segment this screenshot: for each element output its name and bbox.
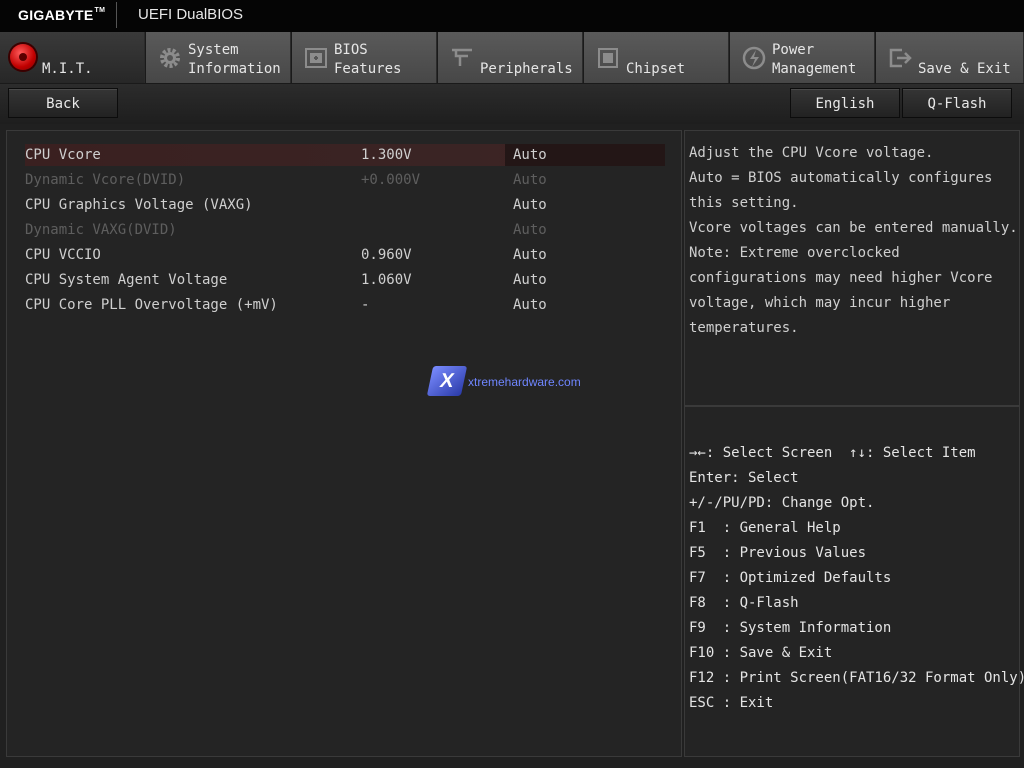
setting-option: Auto (513, 172, 547, 188)
key-help-line: F7 : Optimized Defaults (689, 570, 892, 586)
setting-value: - (361, 297, 370, 313)
tab-label-line2: Features (334, 61, 402, 77)
help-line: voltage, which may incur higher (689, 295, 951, 311)
watermark: X xtremehardware.com (426, 366, 590, 400)
product-title: UEFI DualBIOS (138, 6, 244, 23)
tab-label: Save & Exit (918, 61, 1011, 77)
brand-logo: GIGABYTETM (18, 7, 106, 23)
key-help-line: ESC : Exit (689, 695, 774, 711)
tab-peripherals[interactable]: Peripherals (438, 32, 583, 83)
setting-row-cpu-graphics-voltage[interactable]: CPU Graphics Voltage (VAXG) Auto (25, 194, 665, 216)
watermark-text: xtremehardware.com (468, 375, 581, 389)
setting-option[interactable]: Auto (513, 244, 547, 266)
tab-label-line2: Management (772, 61, 857, 77)
exit-icon (889, 48, 912, 68)
mit-icon (10, 44, 36, 70)
power-icon (742, 46, 766, 70)
main-tabs: M.I.T. System Information BIOS Features … (0, 32, 1024, 84)
setting-option[interactable]: Auto (505, 144, 665, 166)
setting-name: CPU Core PLL Overvoltage (+mV) (25, 297, 278, 313)
tab-chipset[interactable]: Chipset (584, 32, 729, 83)
setting-value: 0.960V (361, 247, 412, 263)
tab-label-line2: Information (188, 61, 281, 77)
tab-label: M.I.T. (42, 61, 93, 77)
setting-value: 1.300V (361, 147, 412, 163)
tab-save-exit[interactable]: Save & Exit (876, 32, 1024, 83)
help-line: configurations may need higher Vcore (689, 270, 993, 286)
key-help-line: F8 : Q-Flash (689, 595, 799, 611)
setting-row-cpu-vccio[interactable]: CPU VCCIO 0.960V Auto (25, 244, 665, 266)
key-help-line: F5 : Previous Values (689, 545, 867, 561)
help-line: Adjust the CPU Vcore voltage. (689, 145, 934, 161)
qflash-button[interactable]: Q-Flash (902, 88, 1012, 118)
setting-name: CPU Graphics Voltage (VAXG) (25, 197, 253, 213)
help-panel: Adjust the CPU Vcore voltage. Auto = BIO… (684, 130, 1020, 406)
setting-name: CPU System Agent Voltage (25, 272, 228, 288)
tab-label: Chipset (626, 61, 686, 77)
tab-label-line1: System (188, 42, 239, 58)
key-help-panel: →←: Select Screen ↑↓: Select Item Enter:… (684, 406, 1024, 757)
setting-name: CPU VCCIO (25, 247, 101, 263)
setting-row-cpu-core-pll-overvoltage[interactable]: CPU Core PLL Overvoltage (+mV) - Auto (25, 294, 665, 316)
setting-row-dynamic-vaxg: Dynamic VAXG(DVID) Auto (25, 219, 665, 241)
key-help-line: F9 : System Information (689, 620, 892, 636)
setting-row-cpu-system-agent-voltage[interactable]: CPU System Agent Voltage 1.060V Auto (25, 269, 665, 291)
watermark-logo-icon: X (426, 366, 468, 396)
setting-option[interactable]: Auto (513, 194, 547, 216)
setting-option: Auto (513, 222, 547, 238)
bios-chip-icon (305, 48, 327, 68)
back-button[interactable]: Back (8, 88, 118, 118)
setting-name: Dynamic VAXG(DVID) (25, 222, 177, 238)
help-line: this setting. (689, 195, 799, 211)
help-line: Auto = BIOS automatically configures (689, 170, 993, 186)
tab-system-information[interactable]: System Information (146, 32, 291, 83)
setting-option[interactable]: Auto (513, 269, 547, 291)
header-divider (116, 2, 117, 28)
settings-panel: CPU Vcore 1.300V Auto Dynamic Vcore(DVID… (6, 130, 682, 757)
setting-option[interactable]: Auto (513, 294, 547, 316)
key-help-line: F1 : General Help (689, 520, 841, 536)
key-help-line: F10 : Save & Exit (689, 645, 833, 661)
top-bar: GIGABYTETM UEFI DualBIOS (0, 0, 1024, 32)
setting-name: Dynamic Vcore(DVID) (25, 172, 186, 188)
setting-row-dynamic-vcore: Dynamic Vcore(DVID) +0.000V Auto (25, 169, 665, 191)
setting-row-cpu-vcore[interactable]: CPU Vcore 1.300V Auto (25, 144, 665, 166)
setting-value: +0.000V (361, 172, 421, 188)
key-help-line: →←: Select Screen ↑↓: Select Item (689, 445, 976, 461)
tab-label-line1: Power (772, 42, 815, 58)
toolbar: Back English Q-Flash (0, 84, 1024, 124)
help-line: Note: Extreme overclocked (689, 245, 900, 261)
tab-label: Peripherals (480, 61, 573, 77)
peripherals-icon (452, 48, 472, 66)
key-help-line: Enter: Select (689, 470, 799, 486)
gear-icon (160, 48, 180, 68)
help-line: temperatures. (689, 320, 799, 336)
key-help-line: F12 : Print Screen(FAT16/32 Format Only) (689, 670, 1024, 686)
tab-mit[interactable]: M.I.T. (0, 32, 145, 83)
setting-name: CPU Vcore (25, 147, 101, 163)
language-button[interactable]: English (790, 88, 900, 118)
setting-value: 1.060V (361, 272, 412, 288)
tab-power-management[interactable]: Power Management (730, 32, 875, 83)
tab-bios-features[interactable]: BIOS Features (292, 32, 437, 83)
key-help-line: +/-/PU/PD: Change Opt. (689, 495, 875, 511)
help-line: Vcore voltages can be entered manually. (689, 220, 1018, 236)
tab-label-line1: BIOS (334, 42, 368, 58)
chipset-icon (598, 48, 618, 68)
